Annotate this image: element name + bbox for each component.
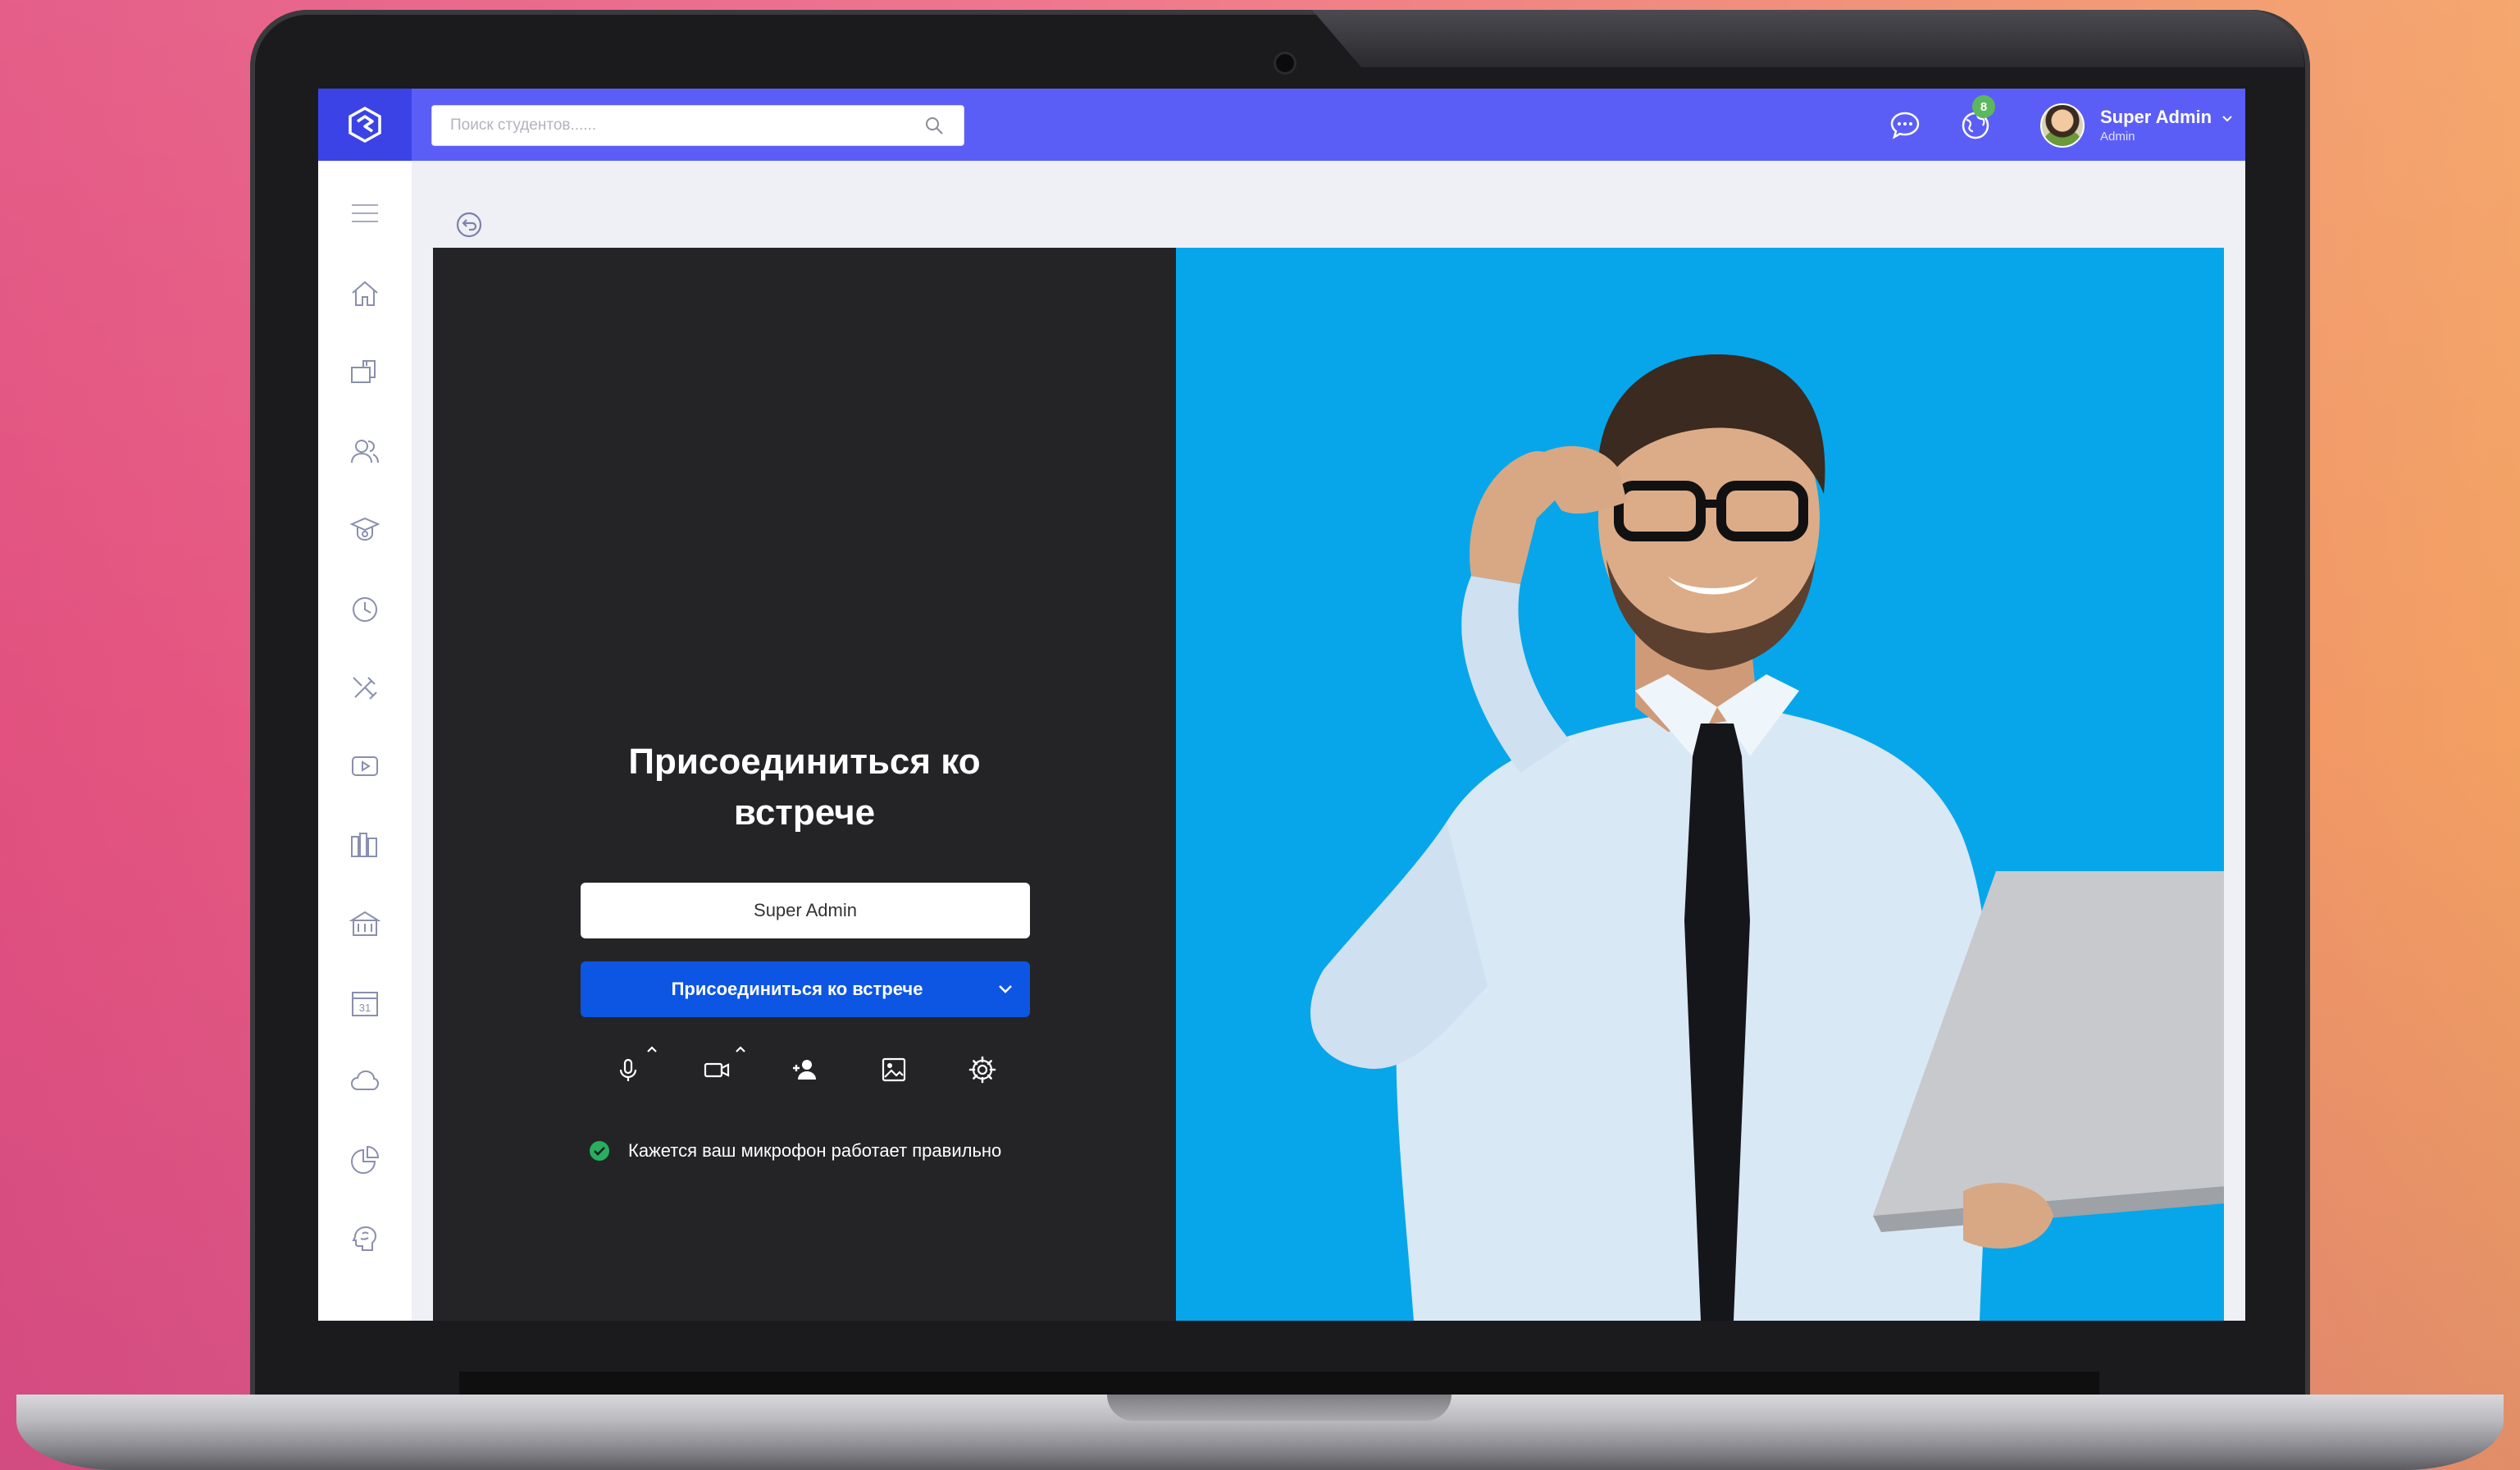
laptop-hinge bbox=[459, 1372, 2099, 1396]
sidebar: 31 bbox=[318, 161, 412, 1321]
home-icon[interactable] bbox=[347, 276, 383, 312]
chat-icon[interactable] bbox=[1886, 107, 1924, 144]
meeting-join-panel: Присоединиться ко встрече Присоединиться… bbox=[433, 248, 1176, 1321]
app-logo[interactable] bbox=[318, 89, 412, 161]
settings-gear-icon[interactable] bbox=[958, 1045, 1007, 1094]
join-meeting-button[interactable]: Присоединиться ко встрече bbox=[581, 961, 1030, 1017]
svg-text:31: 31 bbox=[359, 1002, 371, 1014]
notification-badge: 8 bbox=[1972, 95, 1995, 118]
back-icon[interactable] bbox=[454, 210, 484, 240]
search-icon[interactable] bbox=[923, 114, 946, 137]
library-icon[interactable] bbox=[347, 827, 383, 863]
mic-status-text: Кажется ваш микрофон работает правильно bbox=[628, 1140, 1002, 1161]
user-role: Admin bbox=[2100, 130, 2135, 144]
graduation-icon[interactable] bbox=[347, 512, 383, 548]
businessman-photo bbox=[1310, 354, 2224, 1321]
video-icon[interactable] bbox=[347, 748, 383, 784]
display-name-field[interactable] bbox=[581, 883, 1030, 938]
calendar-icon[interactable]: 31 bbox=[347, 984, 383, 1020]
menu-icon[interactable] bbox=[347, 195, 383, 231]
users-icon[interactable] bbox=[347, 433, 383, 469]
tools-icon[interactable] bbox=[347, 669, 383, 705]
join-title: Присоединиться ко встрече bbox=[433, 737, 1176, 838]
join-title-line1: Присоединиться ко bbox=[628, 742, 981, 782]
mic-status: Кажется ваш микрофон работает правильно bbox=[589, 1140, 1001, 1162]
top-bar: 8 Super Admin Admin bbox=[318, 89, 2245, 161]
join-title-line2: встрече bbox=[733, 792, 876, 833]
building-icon[interactable] bbox=[347, 906, 383, 942]
webcam bbox=[1276, 54, 1294, 72]
brain-icon[interactable] bbox=[347, 1221, 383, 1257]
mailbox-icon[interactable] bbox=[347, 354, 383, 390]
search-bar bbox=[431, 105, 964, 146]
meeting-hero-image bbox=[1176, 248, 2224, 1321]
laptop-notch bbox=[1107, 1395, 1451, 1421]
clock-icon[interactable] bbox=[347, 591, 383, 627]
app-screen: 8 Super Admin Admin bbox=[318, 89, 2245, 1321]
laptop-lid-glare bbox=[1312, 10, 2304, 67]
logo-icon bbox=[349, 106, 381, 144]
search-input[interactable] bbox=[450, 116, 923, 135]
check-circle-icon bbox=[590, 1141, 609, 1161]
join-meeting-label: Присоединиться ко встрече bbox=[671, 979, 923, 999]
cloud-icon[interactable] bbox=[347, 1063, 383, 1099]
camera-options-arrow-icon[interactable] bbox=[731, 1040, 750, 1058]
add-user-icon[interactable] bbox=[781, 1045, 830, 1094]
user-name[interactable]: Super Admin bbox=[2100, 107, 2212, 128]
mic-options-arrow-icon[interactable] bbox=[643, 1040, 661, 1058]
chevron-down-icon[interactable] bbox=[981, 961, 1030, 1017]
avatar[interactable] bbox=[2040, 103, 2085, 148]
background-image-icon[interactable] bbox=[869, 1045, 918, 1094]
report-icon[interactable] bbox=[347, 1142, 383, 1178]
chevron-down-icon[interactable] bbox=[2218, 110, 2236, 128]
